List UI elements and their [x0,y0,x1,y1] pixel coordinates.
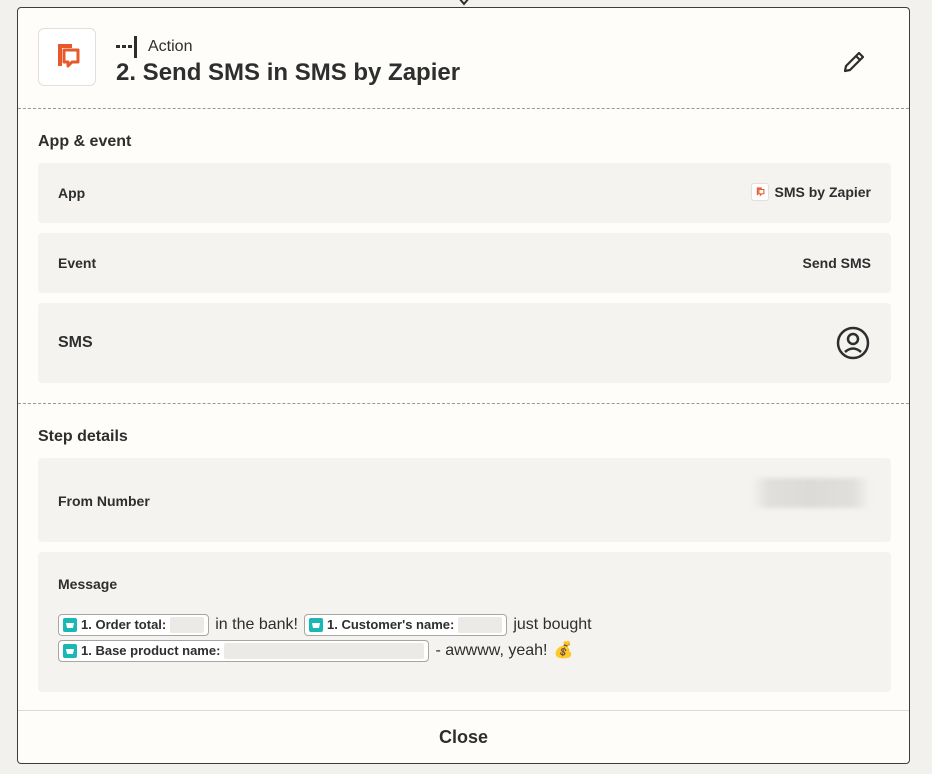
edit-button[interactable] [838,46,870,78]
store-icon [308,618,323,632]
account-row[interactable]: SMS [38,303,891,383]
order-total-pill-label: 1. Order total: [81,617,167,632]
from-number-label: From Number [58,493,150,509]
product-name-pill-label: 1. Base product name: [81,643,221,658]
step-type-label: Action [148,38,193,55]
app-logo-tile [38,28,96,86]
app-label: App [58,185,86,201]
event-value: Send SMS [802,255,871,271]
section-divider [18,403,909,404]
close-button[interactable]: Close [419,721,508,754]
store-icon [63,618,77,632]
action-step-icon [116,36,137,58]
message-text-yeah: - awwww, yeah! [435,642,548,659]
account-avatar [835,325,871,361]
customer-name-pill[interactable]: 1. Customer's name: [303,614,508,636]
user-avatar-icon [836,326,870,360]
pencil-icon [843,51,865,73]
sms-by-zapier-logo-icon [58,44,80,68]
customer-name-pill-label: 1. Customer's name: [326,617,455,632]
app-row[interactable]: App SMS by Zapier [38,163,891,223]
redacted-value [458,617,503,633]
sms-by-zapier-small-icon [750,183,769,201]
app-value: SMS by Zapier [750,183,871,201]
step-detail-panel: Action 2. Send SMS in SMS by Zapier App … [17,7,910,764]
message-text-bank: in the bank! [215,616,298,633]
redacted-value [224,643,425,659]
panel-footer: Close [18,710,909,763]
step-title: 2. Send SMS in SMS by Zapier [116,59,461,86]
product-name-pill[interactable]: 1. Base product name: [58,640,430,662]
message-row[interactable]: Message 1. Order total: in the bank! 1. … [38,552,891,692]
money-bag-emoji: 💰 [553,642,574,659]
event-row[interactable]: Event Send SMS [38,233,891,293]
app-value-text: SMS by Zapier [774,184,871,200]
from-number-redacted [751,478,871,508]
order-total-pill[interactable]: 1. Order total: [58,614,210,636]
app-event-section-title: App & event [38,133,132,150]
from-number-row[interactable]: From Number [38,458,891,542]
event-label: Event [58,255,97,271]
redacted-value [170,617,205,633]
step-header: Action 2. Send SMS in SMS by Zapier [18,8,909,109]
store-icon [63,644,77,658]
step-details-section-title: Step details [38,428,128,445]
message-text-bought: just bought [513,616,592,633]
step-type: Action [116,36,192,58]
message-label: Message [58,576,118,592]
account-label: SMS [58,334,93,351]
message-body: 1. Order total: in the bank! 1. Customer… [58,612,868,664]
